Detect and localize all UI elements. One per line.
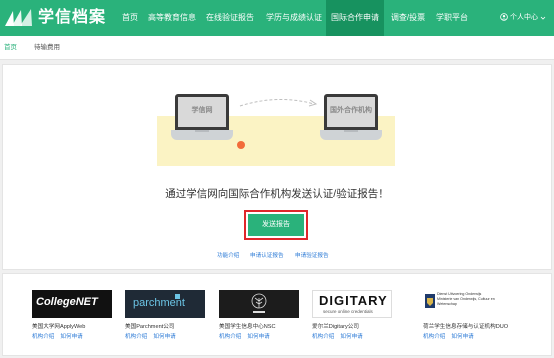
parchment-logo[interactable]: parchment (125, 290, 205, 318)
partner-institutions: CollegeNET 美国大学网ApplyWeb 机构介绍 如何申请 parchm… (2, 273, 552, 356)
book-logo-icon (5, 9, 32, 26)
partner-apply-link[interactable]: 如何申请 (153, 334, 175, 340)
logo-text: 学信档案 (38, 9, 107, 26)
partner-apply-link[interactable]: 如何申请 (247, 334, 269, 340)
partner-parchment: parchment 美国Parchment公司 机构介绍 如何申请 (125, 290, 225, 350)
digitary-logo-text: DIGITARY (319, 293, 388, 308)
apply-certification-report-link[interactable]: 申请认证报告 (250, 251, 284, 261)
subnav-home[interactable]: 首页 (4, 36, 17, 59)
tree-emblem-icon (251, 293, 267, 313)
feature-intro-link[interactable]: 功能介绍 (217, 251, 239, 261)
chevron-down-icon (540, 16, 546, 20)
partner-collegenet: CollegeNET 美国大学网ApplyWeb 机构介绍 如何申请 (32, 290, 132, 350)
page-headline: 通过学信网向国际合作机构发送认证/验证报告！ (165, 188, 389, 200)
nav-international-application[interactable]: 国际合作申请 (326, 0, 384, 36)
partner-digitary: DIGITARY secure online credentials 爱尔兰Di… (312, 290, 412, 350)
duo-logo[interactable]: Dienst Uitvoering Onderwijs Ministerie v… (423, 290, 513, 318)
partner-name: 美国大学网ApplyWeb (32, 324, 86, 330)
sub-navigation: 首页 待输费用 (0, 36, 554, 60)
digitary-logo-sub: secure online credentials (323, 309, 373, 314)
partner-duo: Dienst Uitvoering Onderwijs Ministerie v… (423, 290, 523, 350)
partner-apply-link[interactable]: 如何申请 (451, 334, 473, 340)
xuexin-laptop-illustration: 学信网 (171, 94, 233, 140)
parchment-accent (175, 294, 180, 299)
partner-intro-link[interactable]: 机构介绍 (125, 334, 147, 340)
xuexin-screen-label: 学信网 (191, 107, 213, 114)
nav-career-platform[interactable]: 学职平台 (434, 0, 470, 36)
digitary-logo[interactable]: DIGITARY secure online credentials (312, 290, 392, 318)
nav-home[interactable]: 首页 (118, 0, 142, 36)
subnav-pending-fees[interactable]: 待输费用 (34, 36, 60, 59)
partner-name: 爱尔兰Digitary公司 (312, 324, 359, 330)
partner-intro-link[interactable]: 机构介绍 (32, 334, 54, 340)
nav-online-verification[interactable]: 在线验证报告 (204, 0, 256, 36)
apply-verification-report-link[interactable]: 申请验证报告 (295, 251, 329, 261)
user-icon (500, 13, 508, 21)
nav-survey[interactable]: 调查/投票 (388, 0, 428, 36)
crest-icon (425, 294, 435, 308)
partner-intro-link[interactable]: 机构介绍 (423, 334, 445, 340)
collegenet-logo-text: CollegeNET (36, 296, 98, 308)
top-navigation-bar: 学信档案 首页 高等教育信息 在线验证报告 学历与成绩认证 国际合作申请 调查/… (0, 0, 554, 36)
partner-apply-link[interactable]: 如何申请 (340, 334, 362, 340)
partner-nsc: 美国学生信息中心NSC 机构介绍 如何申请 (219, 290, 319, 350)
nav-higher-education[interactable]: 高等教育信息 (146, 0, 198, 36)
partner-screen-label: 国外合作机构 (330, 107, 372, 114)
duo-logo-text: Dienst Uitvoering Onderwijs Ministerie v… (437, 292, 495, 306)
partner-intro-link[interactable]: 机构介绍 (312, 334, 334, 340)
partner-intro-link[interactable]: 机构介绍 (219, 334, 241, 340)
partner-name: 荷兰学生信息存储与认证机构DUO (423, 324, 509, 330)
partner-name: 美国学生信息中心NSC (219, 324, 276, 330)
nav-degree-certification[interactable]: 学历与成绩认证 (262, 0, 326, 36)
send-report-highlight: 发送报告 (244, 210, 308, 240)
user-center[interactable]: 个人中心 (500, 0, 548, 36)
collegenet-logo[interactable]: CollegeNET (32, 290, 112, 318)
partner-laptop-illustration: 国外合作机构 (320, 94, 382, 140)
status-dot (237, 141, 245, 149)
dashed-arrow-icon (239, 98, 318, 107)
send-report-button[interactable]: 发送报告 (248, 214, 304, 236)
nsc-logo[interactable] (219, 290, 299, 318)
user-center-label: 个人中心 (510, 14, 539, 21)
partner-name: 美国Parchment公司 (125, 324, 175, 330)
logo[interactable]: 学信档案 (4, 6, 107, 30)
partner-apply-link[interactable]: 如何申请 (60, 334, 82, 340)
